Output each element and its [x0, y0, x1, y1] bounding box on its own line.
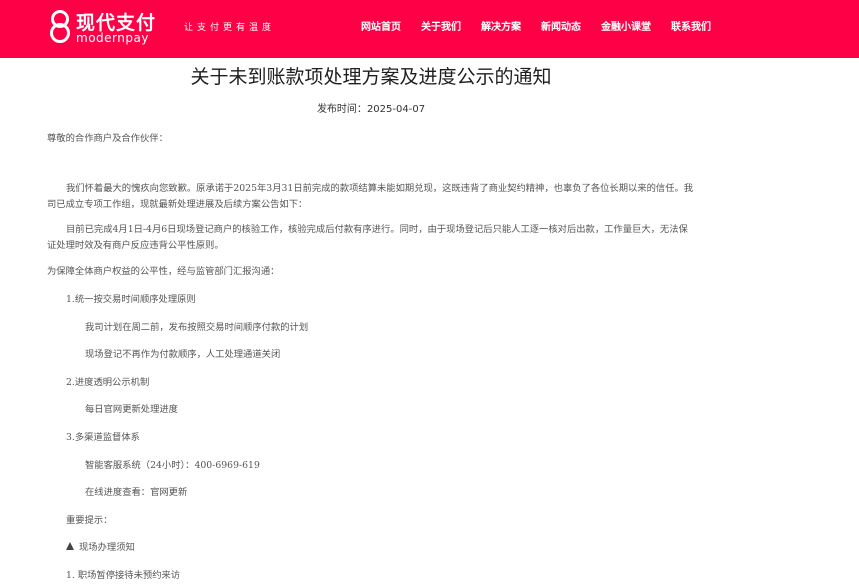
logo-mark-icon — [50, 10, 70, 43]
paragraph-progress: 目前已完成4月1日-4月6日现场登记商户的核验工作，核验完成后付款有序进行。同时… — [47, 224, 688, 251]
list-item-2: 2.进度透明公示机制 — [66, 377, 150, 388]
site-header: 现代支付 modernpay 让支付更有温度 网站首页 关于我们 解决方案 新闻… — [0, 0, 859, 58]
nav-news[interactable]: 新闻动态 — [541, 18, 581, 33]
warning-icon — [66, 542, 74, 550]
publish-date: 发布时间：2025-04-07 — [0, 100, 742, 115]
list-item-3a: 智能客服系统（24小时）：400-6969-619 — [85, 460, 260, 471]
publish-date-label: 发布时间： — [316, 104, 367, 115]
list-item-1a: 我司计划在周二前，发布按照交易时间顺序付款的计划 — [85, 322, 309, 333]
list-item-3b: 在线进度查看：官网更新 — [85, 487, 188, 498]
list-item-1: 1.统一按交易时间顺序处理原则 — [66, 294, 196, 305]
notice-heading: 重要提示： — [66, 515, 113, 526]
list-item-1b: 现场登记不再作为付款顺序，人工处理通道关闭 — [85, 349, 281, 360]
nav-finance-class[interactable]: 金融小课堂 — [601, 18, 651, 33]
paragraph-apology: 我们怀着最大的愧疚向您致歉。原承诺于2025年3月31日前完成的款项结算未能如期… — [47, 183, 694, 210]
article-title: 关于未到账款项处理方案及进度公示的通知 — [190, 66, 552, 88]
warn-title: 现场办理须知 — [79, 542, 135, 553]
logo-text-en: modernpay — [76, 31, 149, 45]
salutation: 尊敬的合作商户及合作伙伴： — [47, 133, 168, 144]
nav-contact[interactable]: 联系我们 — [671, 18, 711, 33]
list-item-2a: 每日官网更新处理进度 — [85, 404, 178, 415]
nav-about[interactable]: 关于我们 — [421, 18, 461, 33]
logo[interactable]: 现代支付 modernpay — [47, 9, 157, 45]
publish-date-value: 2025-04-07 — [366, 104, 426, 115]
paragraph-fairness: 为保障全体商户权益的公平性，经与监管部门汇报沟通： — [47, 266, 280, 277]
nav-solutions[interactable]: 解决方案 — [481, 18, 521, 33]
nav-home[interactable]: 网站首页 — [361, 18, 401, 33]
warn-heading: 现场办理须知 — [66, 540, 135, 556]
warn-item-1: 1. 职场暂停接待未预约来访 — [66, 570, 181, 581]
slogan: 让支付更有温度 — [184, 23, 276, 33]
main-nav: 网站首页 关于我们 解决方案 新闻动态 金融小课堂 联系我们 — [361, 18, 711, 33]
list-item-3: 3.多渠道监督体系 — [66, 432, 140, 443]
